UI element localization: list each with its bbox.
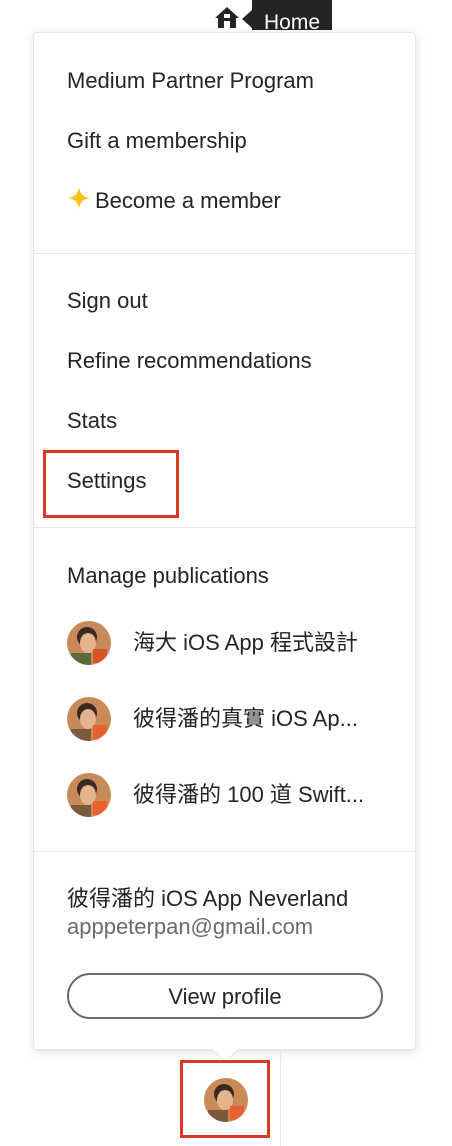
avatar — [67, 697, 111, 741]
publication-name: 彼得潘的 100 道 Swift... — [133, 782, 365, 807]
settings-highlight-box — [43, 450, 179, 518]
home-tooltip: Home — [241, 0, 333, 34]
publication-item[interactable]: 彼得潘的 100 道 Swift... — [67, 773, 364, 817]
menu-item-become-member[interactable]: Become a member — [67, 186, 281, 217]
publication-item[interactable]: 彼得潘的真實 iOS Ap... — [67, 697, 358, 741]
avatar — [67, 621, 111, 665]
menu-item-stats[interactable]: Stats — [67, 407, 117, 435]
publication-name: 彼得潘的真實 iOS Ap... — [133, 706, 358, 731]
menu-caret — [212, 1036, 239, 1063]
top-nav: Home — [212, 0, 333, 34]
menu-item-refine-recommendations[interactable]: Refine recommendations — [67, 347, 312, 375]
profile-dropdown-menu: Medium Partner Program Gift a membership… — [33, 32, 416, 1063]
menu-item-gift-membership[interactable]: Gift a membership — [67, 127, 247, 155]
publication-name: 海大 iOS App 程式設計 — [133, 630, 358, 655]
avatar — [67, 773, 111, 817]
divider — [280, 1050, 281, 1146]
user-display-name: 彼得潘的 iOS App Neverland — [67, 886, 349, 911]
divider — [34, 851, 415, 852]
view-profile-button[interactable]: View profile — [67, 973, 383, 1019]
manage-publications-heading[interactable]: Manage publications — [67, 562, 269, 590]
menu-item-sign-out[interactable]: Sign out — [67, 287, 148, 315]
menu-item-partner-program[interactable]: Medium Partner Program — [67, 67, 314, 95]
home-icon[interactable] — [212, 2, 242, 32]
divider — [34, 253, 415, 254]
user-email: apppeterpan@gmail.com — [67, 914, 314, 939]
become-member-label: Become a member — [95, 188, 281, 213]
sparkle-icon — [67, 186, 91, 217]
avatar-highlight-box — [180, 1060, 270, 1138]
divider — [34, 527, 415, 528]
publication-item[interactable]: 海大 iOS App 程式設計 — [67, 621, 358, 665]
